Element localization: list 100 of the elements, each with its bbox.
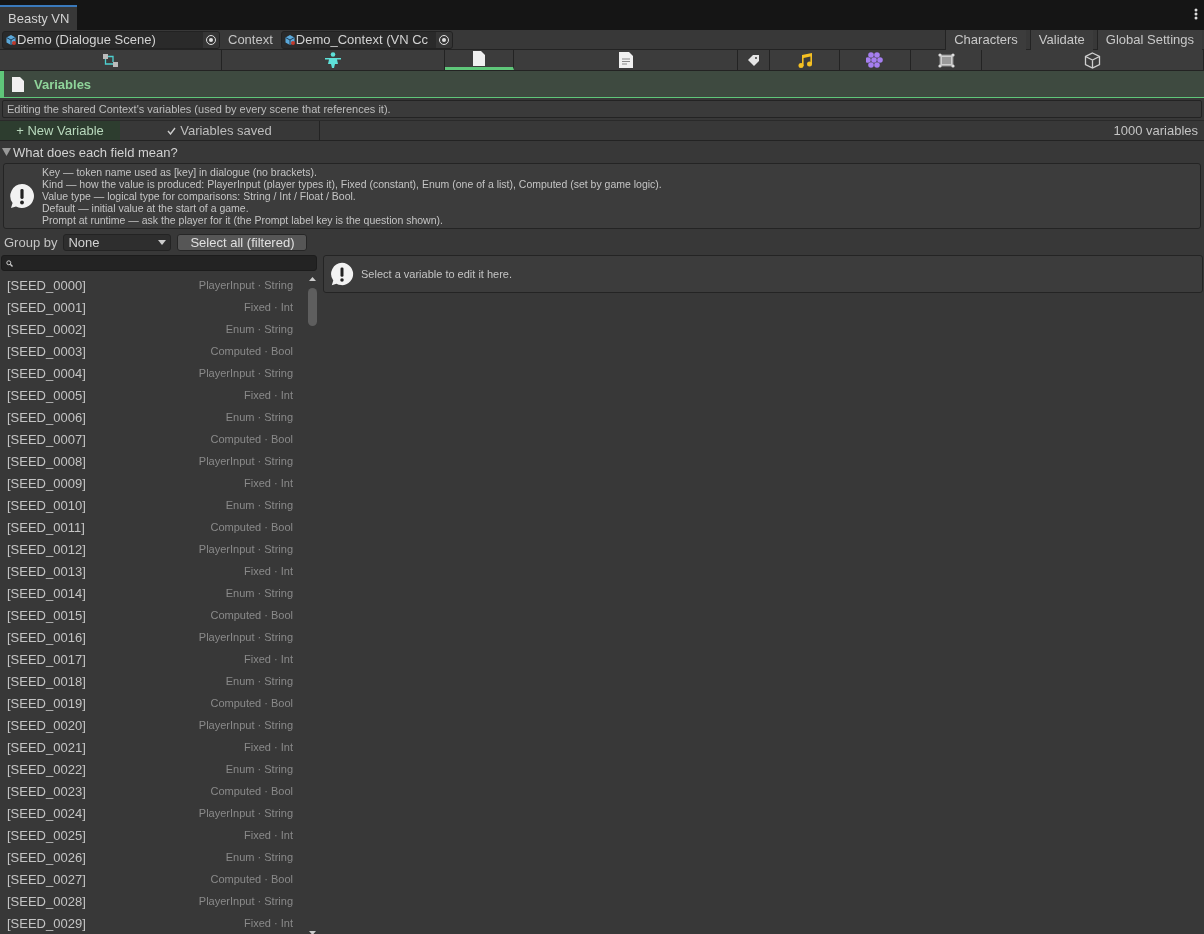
variable-kind: Enum · String (225, 587, 293, 599)
tool-tab[interactable] (514, 50, 738, 70)
variable-count: 1000 variables (1112, 122, 1199, 140)
variable-kind: Computed · Bool (210, 433, 293, 445)
group-by-dropdown[interactable]: None (63, 233, 172, 251)
new-variable-button[interactable]: + New Variable (0, 121, 120, 140)
variable-kind: Computed · Bool (210, 609, 293, 621)
frame-icon (937, 52, 955, 68)
variable-row[interactable]: [SEED_0024] PlayerInput · String (0, 802, 306, 824)
context-field[interactable]: Demo_Context (VN Cc (280, 30, 453, 49)
variable-key: [SEED_0013] (7, 563, 86, 579)
document-icon (618, 52, 633, 68)
variable-row[interactable]: [SEED_0027] Computed · Bool (0, 868, 306, 890)
tool-tab[interactable] (911, 50, 982, 70)
tool-tab[interactable] (770, 50, 840, 70)
variable-row[interactable]: [SEED_0011] Computed · Bool (0, 516, 306, 538)
variable-key: [SEED_0021] (7, 739, 86, 755)
notice-text: Editing the shared Context's variables (used by every scene that references it). (2, 100, 1202, 118)
variable-kind: PlayerInput · String (198, 895, 293, 907)
variable-kind: PlayerInput · String (198, 631, 293, 643)
variable-key: [SEED_0008] (7, 453, 86, 469)
variable-key: [SEED_0022] (7, 761, 86, 777)
variable-row[interactable]: [SEED_0010] Enum · String (0, 494, 306, 516)
cube-icon (1084, 51, 1101, 69)
variable-kind: Fixed · Int (244, 829, 293, 841)
variable-key: [SEED_0000] (7, 277, 86, 293)
cube-icon (283, 33, 296, 46)
variable-key: [SEED_0020] (7, 717, 86, 733)
toolbar-button[interactable]: Global Settings (1096, 29, 1202, 50)
variable-kind: Computed · Bool (210, 785, 293, 797)
variable-kind: PlayerInput · String (198, 807, 293, 819)
scene-field[interactable]: Demo (Dialogue Scene) (2, 30, 220, 49)
variable-key: [SEED_0007] (7, 431, 86, 447)
scrollbar[interactable] (306, 274, 319, 934)
variable-row[interactable]: [SEED_0020] PlayerInput · String (0, 714, 306, 736)
variable-row[interactable]: [SEED_0005] Fixed · Int (0, 384, 306, 406)
window-tab[interactable]: Beasty VN (0, 5, 78, 30)
variable-row[interactable]: [SEED_0029] Fixed · Int (0, 912, 306, 934)
variable-kind: Enum · String (225, 499, 293, 511)
variable-key: [SEED_0028] (7, 893, 86, 909)
toolbar-button[interactable]: Validate (1029, 29, 1093, 50)
more-icon[interactable] (1194, 8, 1198, 20)
search-icon (6, 259, 13, 267)
variable-key: [SEED_0002] (7, 321, 86, 337)
variable-kind: PlayerInput · String (198, 367, 293, 379)
variable-row[interactable]: [SEED_0007] Computed · Bool (0, 428, 306, 450)
variable-key: [SEED_0029] (7, 915, 86, 931)
tool-tab[interactable] (445, 50, 514, 70)
variable-row[interactable]: [SEED_0025] Fixed · Int (0, 824, 306, 846)
variable-row[interactable]: [SEED_0009] Fixed · Int (0, 472, 306, 494)
variable-row[interactable]: [SEED_0013] Fixed · Int (0, 560, 306, 582)
help-line: Prompt at runtime — ask the player for it (the Prompt label key is the question shown). (42, 214, 444, 226)
variable-row[interactable]: [SEED_0000] PlayerInput · String (0, 274, 306, 296)
variable-row[interactable]: [SEED_0018] Enum · String (0, 670, 306, 692)
search-field[interactable] (1, 255, 317, 271)
variable-key: [SEED_0017] (7, 651, 86, 667)
variable-row[interactable]: [SEED_0026] Enum · String (0, 846, 306, 868)
variable-row[interactable]: [SEED_0023] Computed · Bool (0, 780, 306, 802)
variable-key: [SEED_0025] (7, 827, 86, 843)
variable-row[interactable]: [SEED_0021] Fixed · Int (0, 736, 306, 758)
target-icon[interactable] (203, 31, 219, 48)
variable-kind: Fixed · Int (244, 917, 293, 929)
variable-row[interactable]: [SEED_0015] Computed · Bool (0, 604, 306, 626)
variable-row[interactable]: [SEED_0028] PlayerInput · String (0, 890, 306, 912)
variable-key: [SEED_0010] (7, 497, 86, 513)
variable-row[interactable]: [SEED_0001] Fixed · Int (0, 296, 306, 318)
toolbar-button[interactable]: Characters (945, 29, 1026, 50)
save-status: Variables saved (180, 123, 272, 138)
variable-row[interactable]: [SEED_0019] Computed · Bool (0, 692, 306, 714)
variable-row[interactable]: [SEED_0002] Enum · String (0, 318, 306, 340)
variable-key: [SEED_0012] (7, 541, 86, 557)
variable-row[interactable]: [SEED_0003] Computed · Bool (0, 340, 306, 362)
foldout-header[interactable]: What does each field mean? (0, 143, 1204, 161)
variable-row[interactable]: [SEED_0006] Enum · String (0, 406, 306, 428)
group-by-label: Group by (4, 234, 58, 250)
variable-row[interactable]: [SEED_0016] PlayerInput · String (0, 626, 306, 648)
variable-key: [SEED_0019] (7, 695, 86, 711)
help-line: Kind — how the value is produced: PlayerInput (player types it), Fixed (constant), Enum (one of a list), Computed (set by game logic). (42, 178, 662, 190)
variable-kind: Enum · String (225, 675, 293, 687)
help-line: Key — token name used as [key] in dialogue (no brackets). (42, 166, 318, 178)
variable-row[interactable]: [SEED_0022] Enum · String (0, 758, 306, 780)
variable-key: [SEED_0006] (7, 409, 86, 425)
variable-key: [SEED_0009] (7, 475, 86, 491)
tool-tab[interactable] (738, 50, 770, 70)
variable-row[interactable]: [SEED_0017] Fixed · Int (0, 648, 306, 670)
variable-key: [SEED_0005] (7, 387, 86, 403)
section-title: Variables (34, 76, 92, 92)
variable-row[interactable]: [SEED_0012] PlayerInput · String (0, 538, 306, 560)
variable-kind: Fixed · Int (244, 741, 293, 753)
select-all-button[interactable]: Select all (filtered) (177, 233, 308, 251)
variable-row[interactable]: [SEED_0014] Enum · String (0, 582, 306, 604)
checkmark-icon (167, 126, 177, 135)
variable-kind: Fixed · Int (244, 653, 293, 665)
variable-kind: Computed · Bool (210, 521, 293, 533)
variable-row[interactable]: [SEED_0008] PlayerInput · String (0, 450, 306, 472)
target-icon[interactable] (435, 31, 452, 48)
variable-row[interactable]: [SEED_0004] PlayerInput · String (0, 362, 306, 384)
caret-icon (158, 239, 167, 245)
variable-kind: PlayerInput · String (198, 279, 293, 291)
variable-kind: Computed · Bool (210, 697, 293, 709)
